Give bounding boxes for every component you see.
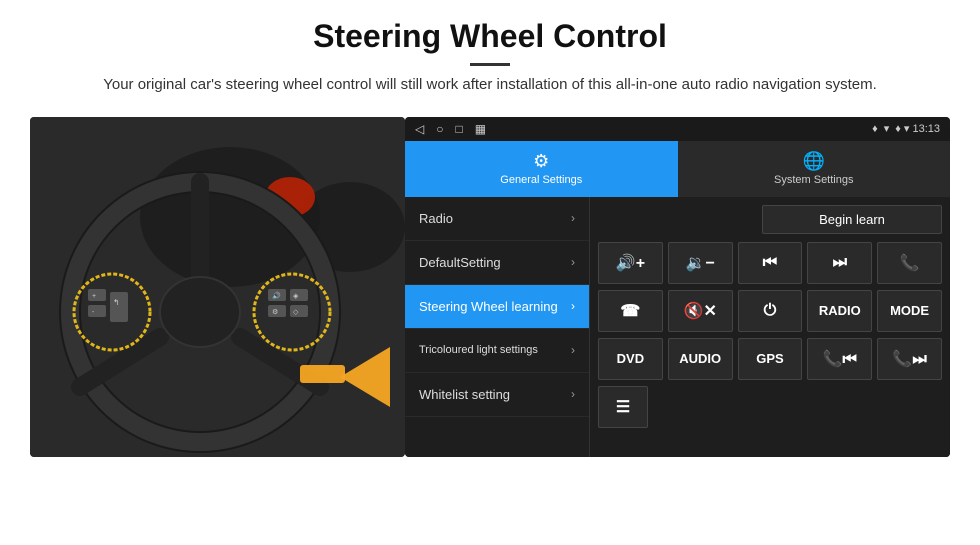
dvd-label: DVD	[617, 351, 644, 366]
recents-nav-icon[interactable]: □	[455, 122, 462, 136]
mute-icon: 🔇✕	[684, 301, 717, 321]
menu-item-tricoloured-label: Tricoloured light settings	[419, 344, 538, 356]
tab-system-settings[interactable]: 🌐 System Settings	[678, 141, 951, 197]
chevron-icon: ›	[571, 343, 575, 357]
page-subtitle: Your original car's steering wheel contr…	[60, 74, 920, 97]
menu-item-radio[interactable]: Radio ›	[405, 197, 589, 241]
hangup-icon: ☎	[620, 301, 640, 321]
tab-system-label: System Settings	[774, 174, 853, 186]
back-nav-icon[interactable]: ◁	[415, 122, 424, 136]
tel-next-icon: 📞⏭	[892, 349, 926, 369]
chevron-icon: ›	[571, 255, 575, 269]
begin-learn-row: Begin learn	[598, 205, 942, 234]
phone-hangup-button[interactable]: ☎	[598, 290, 663, 332]
status-bar-nav-icons: ◁ ○ □ ▦	[415, 122, 486, 136]
tab-general-label: General Settings	[500, 174, 582, 186]
radio-button[interactable]: RADIO	[807, 290, 872, 332]
next-track-button[interactable]: ⏭	[807, 242, 872, 284]
page-wrapper: Steering Wheel Control Your original car…	[0, 0, 980, 457]
control-panel: Begin learn 🔊+ 🔉− ⏮ ⏭ 📞 ☎ 🔇✕ ⏻	[590, 197, 950, 457]
audio-button[interactable]: AUDIO	[668, 338, 733, 380]
menu-item-default-label: DefaultSetting	[419, 255, 501, 270]
header-section: Steering Wheel Control Your original car…	[0, 0, 980, 107]
menu-icon: ☰	[616, 397, 630, 417]
gps-label: GPS	[756, 351, 783, 366]
svg-text:◇: ◇	[293, 309, 299, 316]
begin-learn-button[interactable]: Begin learn	[762, 205, 942, 234]
mode-button[interactable]: MODE	[877, 290, 942, 332]
content-row: + - ↰ 🔊 ⚙ ◈ ◇ ◁	[0, 117, 980, 457]
gear-icon: ⚙	[533, 151, 549, 172]
svg-text:⚙: ⚙	[272, 308, 278, 316]
tel-next-button[interactable]: 📞⏭	[877, 338, 942, 380]
tab-bar: ⚙ General Settings 🌐 System Settings	[405, 141, 950, 197]
phone-answer-button[interactable]: 📞	[877, 242, 942, 284]
globe-icon: 🌐	[803, 151, 825, 172]
menu-icon-button[interactable]: ☰	[598, 386, 648, 428]
menu-item-radio-label: Radio	[419, 211, 453, 226]
chevron-icon: ›	[571, 211, 575, 225]
control-row-2: ☎ 🔇✕ ⏻ RADIO MODE	[598, 290, 942, 332]
mute-button[interactable]: 🔇✕	[668, 290, 733, 332]
svg-text:+: +	[92, 293, 96, 300]
next-track-icon: ⏭	[833, 254, 847, 272]
prev-track-icon: ⏮	[763, 254, 777, 272]
steering-wheel-image: + - ↰ 🔊 ⚙ ◈ ◇	[30, 117, 405, 457]
menu-item-whitelist-label: Whitelist setting	[419, 387, 510, 402]
vol-up-button[interactable]: 🔊+	[598, 242, 663, 284]
menu-item-whitelist[interactable]: Whitelist setting ›	[405, 373, 589, 417]
android-screen: ◁ ○ □ ▦ ♦ ▾ ♦ ▾ 13:13 ⚙ General Settings	[405, 117, 950, 457]
chevron-icon: ›	[571, 387, 575, 401]
control-row-1: 🔊+ 🔉− ⏮ ⏭ 📞	[598, 242, 942, 284]
power-button[interactable]: ⏻	[738, 290, 803, 332]
menu-item-default-setting[interactable]: DefaultSetting ›	[405, 241, 589, 285]
phone-icon: 📞	[900, 253, 920, 273]
dvd-button[interactable]: DVD	[598, 338, 663, 380]
tel-prev-icon: 📞⏮	[823, 349, 857, 369]
gps-button[interactable]: GPS	[738, 338, 803, 380]
svg-text:↰: ↰	[113, 298, 120, 307]
vol-up-icon: 🔊+	[616, 253, 645, 273]
control-row-3: DVD AUDIO GPS 📞⏮ 📞⏭	[598, 338, 942, 380]
wifi-icon: ▾	[884, 122, 890, 135]
menu-item-steering-wheel[interactable]: Steering Wheel learning ›	[405, 285, 589, 329]
audio-label: AUDIO	[679, 351, 721, 366]
menu-list: Radio › DefaultSetting › Steering Wheel …	[405, 197, 590, 457]
page-title: Steering Wheel Control	[60, 18, 920, 55]
vol-down-icon: 🔉−	[686, 253, 715, 273]
mode-label: MODE	[890, 303, 929, 318]
svg-text:🔊: 🔊	[272, 291, 281, 300]
tab-general-settings[interactable]: ⚙ General Settings	[405, 141, 678, 197]
status-bar-system-icons: ♦ ▾ ♦ ▾ 13:13	[872, 122, 940, 135]
radio-label: RADIO	[819, 303, 861, 318]
menu-item-steering-label: Steering Wheel learning	[419, 299, 558, 314]
power-icon: ⏻	[764, 302, 777, 320]
control-row-4: ☰	[598, 386, 942, 428]
tel-prev-button[interactable]: 📞⏮	[807, 338, 872, 380]
vol-down-button[interactable]: 🔉−	[668, 242, 733, 284]
main-area: Radio › DefaultSetting › Steering Wheel …	[405, 197, 950, 457]
home-nav-icon[interactable]: ○	[436, 122, 443, 136]
status-bar: ◁ ○ □ ▦ ♦ ▾ ♦ ▾ 13:13	[405, 117, 950, 141]
location-icon: ♦	[872, 123, 878, 135]
chevron-icon: ›	[571, 299, 575, 313]
clock: ♦ ▾ 13:13	[895, 122, 940, 135]
header-divider	[470, 63, 510, 66]
apps-nav-icon[interactable]: ▦	[475, 122, 486, 136]
prev-track-button[interactable]: ⏮	[738, 242, 803, 284]
svg-text:◈: ◈	[293, 293, 299, 300]
menu-item-tricoloured[interactable]: Tricoloured light settings ›	[405, 329, 589, 373]
